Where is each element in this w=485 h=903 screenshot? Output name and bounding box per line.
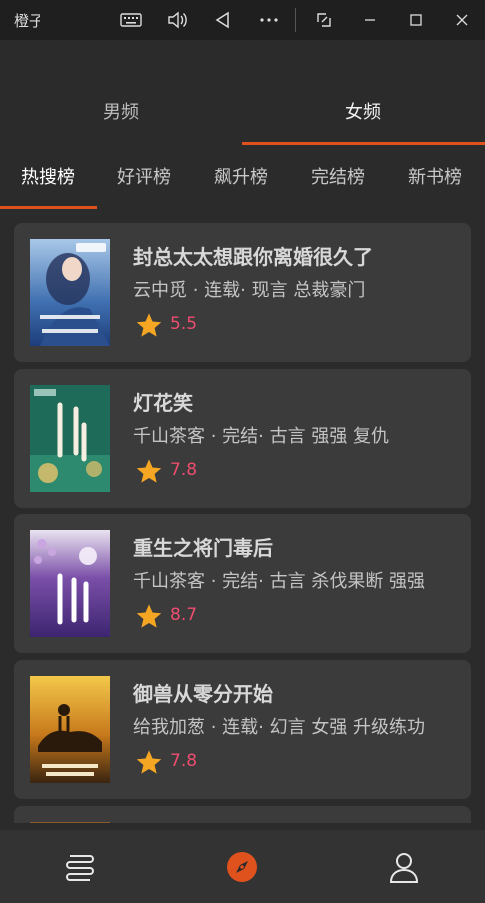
book-card[interactable]: 灯花笑 千山茶客 · 完结· 古言 强强 复仇 7.8	[14, 369, 471, 508]
book-title: 御兽从零分开始	[133, 682, 273, 706]
book-meta: 云中觅 · 连载· 现言 总裁豪门	[133, 280, 366, 301]
close-icon[interactable]	[450, 8, 474, 32]
book-rating: 8.7	[170, 605, 198, 625]
title-bar: 橙子	[0, 0, 485, 40]
tab-female[interactable]: 女频	[242, 90, 484, 146]
tab-new-books[interactable]: 新书榜	[408, 158, 462, 198]
book-rating: 7.8	[170, 460, 198, 480]
book-title: 重生之将门毒后	[133, 536, 273, 560]
volume-icon[interactable]	[165, 8, 189, 32]
book-rating: 5.5	[170, 314, 198, 334]
minimize-icon[interactable]	[358, 8, 382, 32]
back-triangle-icon[interactable]	[211, 8, 235, 32]
book-card[interactable]: 封总太太想跟你离婚很久了 云中觅 · 连载· 现言 总裁豪门 5.5	[14, 223, 471, 362]
tab-rising[interactable]: 飙升榜	[214, 158, 268, 198]
book-cover	[30, 676, 110, 783]
screenshot-icon[interactable]	[312, 8, 336, 32]
book-meta: 给我加葱 · 连载· 幻言 女强 升级练功	[133, 717, 426, 738]
book-card[interactable]: 重生之将门毒后 千山茶客 · 完结· 古言 杀伐果断 强强 8.7	[14, 514, 471, 653]
book-card[interactable]	[14, 806, 471, 823]
bookshelf-icon[interactable]	[64, 850, 98, 884]
book-cover	[30, 822, 110, 823]
book-title: 封总太太想跟你离婚很久了	[133, 245, 373, 269]
sub-tab-indicator	[0, 206, 97, 209]
tab-top-rated[interactable]: 好评榜	[117, 158, 171, 198]
gender-tabs: 男频 女频	[0, 90, 485, 146]
tab-hot-search[interactable]: 热搜榜	[21, 158, 75, 198]
book-cover	[30, 385, 110, 492]
top-tab-indicator	[242, 142, 485, 145]
star-icon	[136, 459, 162, 483]
maximize-icon[interactable]	[404, 8, 428, 32]
book-rating: 7.8	[170, 751, 198, 771]
book-meta: 千山茶客 · 完结· 古言 杀伐果断 强强	[133, 571, 426, 592]
book-meta: 千山茶客 · 完结· 古言 强强 复仇	[133, 426, 390, 447]
more-icon[interactable]	[257, 8, 281, 32]
tab-male[interactable]: 男频	[0, 90, 242, 146]
window-title: 橙子	[14, 12, 40, 30]
star-icon	[136, 604, 162, 628]
book-card[interactable]: 御兽从零分开始 给我加葱 · 连载· 幻言 女强 升级练功 7.8	[14, 660, 471, 799]
ranking-tabs: 热搜榜 好评榜 飙升榜 完结榜 新书榜	[0, 158, 485, 210]
book-list: 封总太太想跟你离婚很久了 云中觅 · 连载· 现言 总裁豪门 5.5 灯花笑 千…	[14, 223, 471, 823]
bottom-navigation	[0, 830, 485, 903]
keyboard-icon[interactable]	[119, 8, 143, 32]
book-cover	[30, 239, 110, 346]
titlebar-divider	[295, 8, 296, 32]
profile-icon[interactable]	[387, 850, 421, 884]
discover-compass-icon[interactable]	[225, 850, 259, 884]
star-icon	[136, 750, 162, 774]
star-icon	[136, 313, 162, 337]
tab-completed[interactable]: 完结榜	[311, 158, 365, 198]
book-title: 灯花笑	[133, 391, 193, 415]
book-cover	[30, 530, 110, 637]
